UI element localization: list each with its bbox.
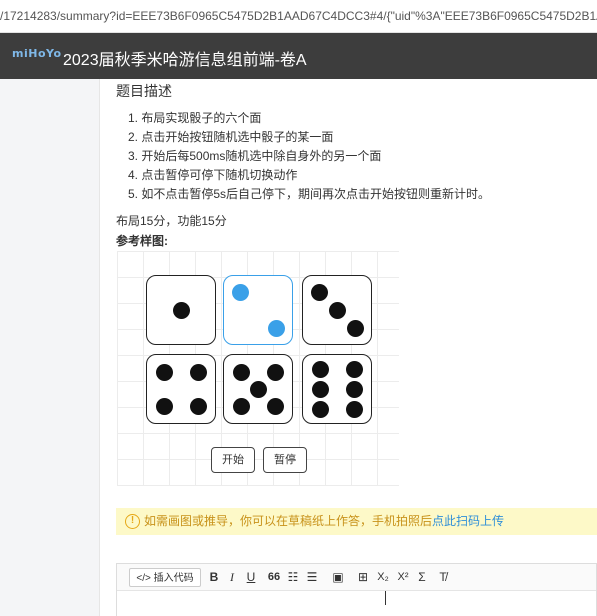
bold-button[interactable]: B	[206, 568, 222, 587]
mihoyo-logo: miHoYo	[12, 47, 62, 60]
start-button[interactable]: 开始	[211, 447, 255, 473]
pip	[347, 320, 364, 337]
pip	[346, 401, 363, 418]
pip	[156, 398, 173, 415]
notice-text: 如需画图或推导，你可以在草稿纸上作答，手机拍照后	[144, 514, 433, 528]
url-text: /17214283/summary?id=EEE73B6F0965C5475D2…	[0, 9, 597, 23]
insert-code-label: 插入代码	[153, 573, 194, 584]
pip	[250, 381, 267, 398]
requirement-item: 1. 布局实现骰子的六个面	[128, 111, 262, 125]
section-title: 题目描述	[116, 83, 172, 99]
die-face-4	[146, 354, 216, 424]
editor-toolbar: </> 插入代码 B I U 66 ☷ ☰ ▣ ⊞ X₂ X² Σ T̸	[117, 564, 596, 591]
browser-url-bar[interactable]: /17214283/summary?id=EEE73B6F0965C5475D2…	[0, 0, 597, 33]
app-header: miHoYo 2023届秋季米哈游信息组前端-卷A	[0, 33, 597, 79]
formula-button[interactable]: Σ	[414, 568, 430, 587]
quote-button[interactable]: 66	[266, 568, 282, 587]
requirements-list: 1. 布局实现骰子的六个面 2. 点击开始按钮随机选中骰子的某一面 3. 开始后…	[128, 109, 490, 204]
pip	[232, 284, 249, 301]
pip	[312, 381, 329, 398]
pip	[346, 361, 363, 378]
requirement-item: 3. 开始后每500ms随机选中除自身外的另一个面	[128, 149, 382, 163]
pip	[267, 398, 284, 415]
reference-image: 开始 暂停	[117, 251, 399, 486]
insert-code-button[interactable]: </> 插入代码	[129, 568, 201, 587]
scan-upload-link[interactable]: 点此扫码上传	[432, 514, 504, 528]
code-icon: </>	[136, 573, 154, 584]
question-content: 题目描述 1. 布局实现骰子的六个面 2. 点击开始按钮随机选中骰子的某一面 3…	[100, 79, 597, 616]
pip	[233, 364, 250, 381]
left-panel	[0, 79, 100, 616]
pip	[346, 381, 363, 398]
pip	[190, 364, 207, 381]
pip	[312, 401, 329, 418]
pip	[190, 398, 207, 415]
requirement-item: 4. 点击暂停可停下随机切换动作	[128, 168, 298, 182]
die-face-5	[223, 354, 293, 424]
subscript-button[interactable]: X₂	[374, 568, 392, 587]
superscript-button[interactable]: X²	[394, 568, 412, 587]
table-button[interactable]: ⊞	[355, 568, 371, 587]
unordered-list-button[interactable]: ☰	[304, 568, 320, 587]
reference-label: 参考样图:	[116, 234, 168, 248]
text-cursor	[385, 591, 391, 605]
requirement-item: 2. 点击开始按钮随机选中骰子的某一面	[128, 130, 334, 144]
die-face-6	[302, 354, 372, 424]
pip	[267, 364, 284, 381]
requirement-item: 5. 如不点击暂停5s后自己停下，期间再次点击开始按钮则重新计时。	[128, 187, 491, 201]
die-face-3	[302, 275, 372, 345]
warning-icon: !	[125, 514, 140, 529]
underline-button[interactable]: U	[243, 568, 259, 587]
die-face-1	[146, 275, 216, 345]
pip	[268, 320, 285, 337]
pip	[233, 398, 250, 415]
pip	[329, 302, 346, 319]
pip	[156, 364, 173, 381]
pip	[312, 361, 329, 378]
die-face-2	[223, 275, 293, 345]
pause-button[interactable]: 暂停	[263, 447, 307, 473]
image-button[interactable]: ▣	[330, 568, 346, 587]
italic-button[interactable]: I	[224, 568, 240, 587]
score-text: 布局15分，功能15分	[116, 214, 227, 228]
notice-banner: ! 如需画图或推导，你可以在草稿纸上作答，手机拍照后点此扫码上传	[116, 508, 597, 535]
ordered-list-button[interactable]: ☷	[285, 568, 301, 587]
clear-format-button[interactable]: T̸	[435, 568, 451, 587]
pip	[311, 284, 328, 301]
answer-editor[interactable]: </> 插入代码 B I U 66 ☷ ☰ ▣ ⊞ X₂ X² Σ T̸	[116, 563, 597, 616]
pip	[173, 302, 190, 319]
exam-title: 2023届秋季米哈游信息组前端-卷A	[63, 52, 307, 69]
